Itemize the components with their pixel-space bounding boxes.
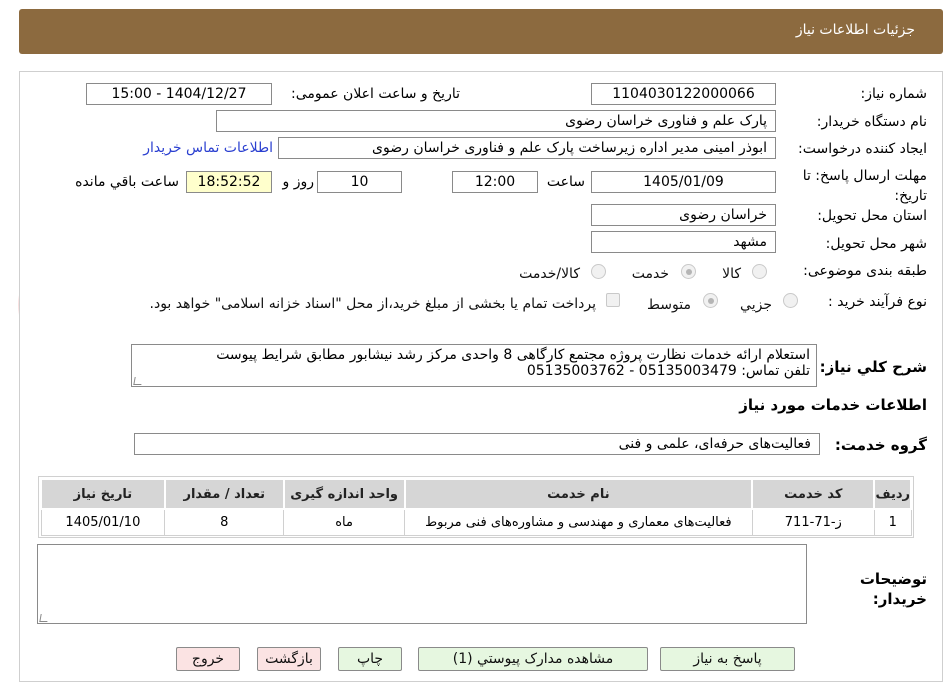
page-header: جزئیات اطلاعات نیاز [19,9,943,54]
category-both-radio[interactable] [591,264,606,279]
cell-service-name: فعالیت‌های معماری و مهندسی و مشاوره‌های … [404,508,753,536]
province-field: خراسان رضوی [591,204,776,226]
description-line-2: تلفن تماس: 05135003479 - 05135003762 [526,363,810,379]
service-group-field: فعالیت‌های حرفه‌ای، علمی و فنی [134,433,820,455]
process-minor-radio[interactable] [783,293,798,308]
province-label: استان محل تحویل: [817,208,927,224]
page-title: جزئیات اطلاعات نیاز [795,22,915,38]
process-type-label: نوع فرآیند خرید : [828,294,927,310]
deadline-label: مهلت ارسال پاسخ: تا تاریخ: [802,168,927,204]
need-number-label: شماره نیاز: [860,86,928,102]
reply-button[interactable]: پاسخ به نیاز [660,647,795,671]
cell-service-code: ز-71-711 [751,508,875,536]
services-table-wrap: ردیف کد خدمت نام خدمت واحد اندازه گیری ت… [38,476,914,538]
col-header-unit: واحد اندازه گیری [282,478,406,510]
cell-row-number: 1 [873,508,912,536]
announce-date-label: تاریخ و ساعت اعلان عمومی: [291,86,460,102]
col-header-service-name: نام خدمت [403,478,754,510]
col-header-service-code: کد خدمت [751,478,876,510]
deadline-time-field: 12:00 [452,171,538,193]
cell-quantity: 8 [164,508,285,536]
remaining-time-field: 18:52:52 [186,171,272,193]
category-service-label: خدمت [631,266,669,282]
need-number-field: 1104030122000066 [591,83,776,105]
city-field: مشهد [591,231,776,253]
print-button[interactable]: چاپ [338,647,402,671]
table-header-row: ردیف کد خدمت نام خدمت واحد اندازه گیری ت… [40,478,912,510]
services-table: ردیف کد خدمت نام خدمت واحد اندازه گیری ت… [40,478,912,536]
announce-date-field: 1404/12/27 - 15:00 [86,83,272,105]
requester-field: ابوذر امینی مدیر اداره زیرساخت پارک علم … [278,137,776,159]
description-label: شرح کلي نياز: [819,358,927,376]
process-minor-label: جزیي [740,297,772,313]
treasury-payment-note: پرداخت تمام یا بخشی از مبلغ خرید،از محل … [149,296,596,312]
buyer-org-field: پارک علم و فناوری خراسان رضوی [216,110,776,132]
table-row: 1 ز-71-711 فعالیت‌های معماری و مهندسی و … [40,508,912,536]
col-header-need-date: تاریخ نیاز [40,478,166,510]
cell-unit: ماه [283,508,406,536]
remaining-label: ساعت باقي مانده [75,174,179,190]
days-remaining-field: 10 [317,171,402,193]
category-goods-radio[interactable] [752,264,767,279]
buyer-notes-label: توضیحات خریدار: [859,570,927,608]
back-button[interactable]: بازگشت [257,647,321,671]
treasury-payment-checkbox[interactable] [606,293,620,307]
process-medium-radio[interactable] [703,293,718,308]
category-goods-label: کالا [722,266,741,282]
deadline-time-label: ساعت [546,174,585,190]
view-attachments-button[interactable]: مشاهده مدارک پیوستي (1) [418,647,648,671]
resize-grip-icon[interactable] [39,614,49,622]
buyer-contact-link[interactable]: اطلاعات تماس خریدار [143,140,273,156]
exit-button[interactable]: خروج [176,647,240,671]
city-label: شهر محل تحویل: [825,236,927,252]
process-medium-label: متوسط [647,297,691,313]
category-service-radio[interactable] [681,264,696,279]
col-header-row-number: ردیف [873,478,912,510]
service-group-label: گروه خدمت: [834,436,927,454]
deadline-date-field: 1405/01/09 [591,171,776,193]
cell-need-date: 1405/01/10 [40,508,166,536]
resize-grip-icon[interactable] [133,377,143,385]
category-label: طبقه بندی موضوعی: [803,263,927,279]
col-header-quantity: تعداد / مقدار [163,478,285,510]
buyer-notes-textarea[interactable] [37,544,807,624]
services-section-title: اطلاعات خدمات مورد نياز [739,396,927,414]
requester-label: ایجاد کننده درخواست: [798,141,927,157]
description-line-1: استعلام ارائه خدمات نظارت پروژه مجتمع کا… [216,347,810,363]
category-both-label: کالا/خدمت [519,266,580,282]
description-textarea[interactable]: استعلام ارائه خدمات نظارت پروژه مجتمع کا… [131,344,817,387]
days-label: روز و [282,174,315,190]
buyer-org-label: نام دستگاه خریدار: [816,114,927,130]
